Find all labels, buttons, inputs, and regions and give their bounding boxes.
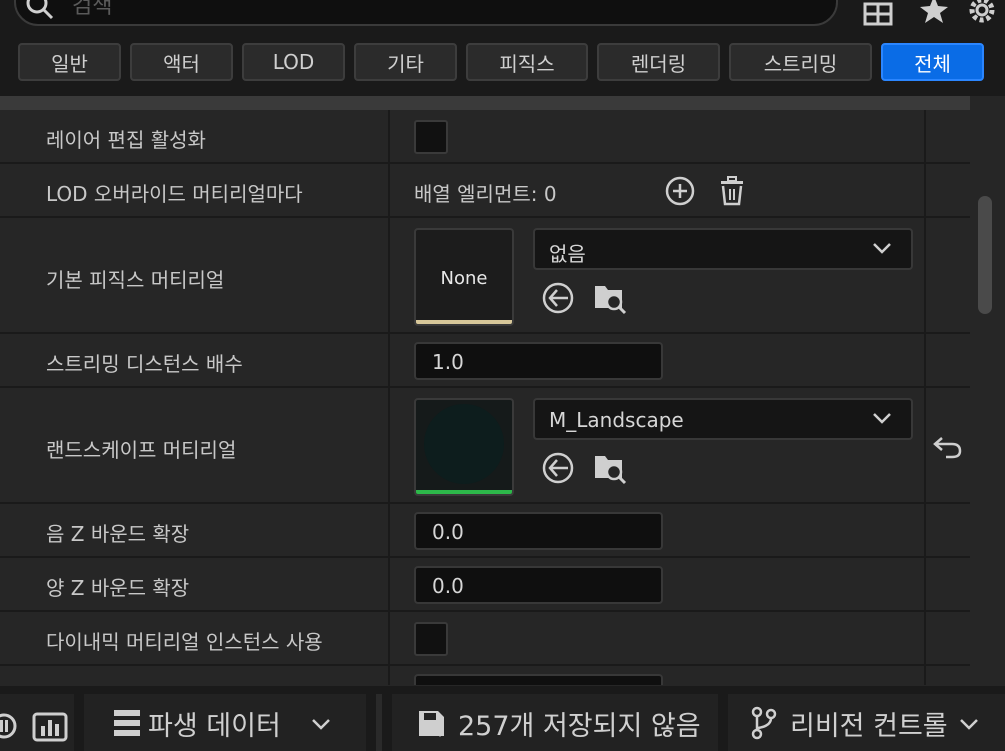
status-divider	[376, 694, 382, 751]
derived-data-button[interactable]: 파생 데이터	[84, 694, 366, 751]
branch-icon	[751, 706, 777, 740]
unsaved-count-label: 257개 저장되지 않음	[458, 711, 701, 742]
row-partial	[0, 666, 970, 685]
revision-control-label: 리비전 컨트롤	[790, 711, 948, 742]
row-landscape-material: 랜드스케이프 머티리얼 M_Landscape	[0, 388, 970, 504]
tab-all[interactable]: 전체	[881, 43, 984, 81]
dynamic-material-checkbox[interactable]	[414, 622, 448, 656]
search-input[interactable]: 검색	[14, 0, 838, 26]
add-element-icon[interactable]	[662, 173, 698, 209]
landscape-material-combo[interactable]: M_Landscape	[533, 398, 913, 440]
save-icon: *	[419, 711, 444, 742]
layer-edit-checkbox[interactable]	[414, 120, 448, 154]
chevron-down-icon	[960, 719, 978, 730]
browse-icon[interactable]	[592, 280, 628, 316]
row-physics-material: 기본 피직스 머티리얼 None 없음	[0, 218, 970, 334]
insights-icon[interactable]	[32, 708, 68, 742]
chevron-down-icon	[312, 719, 330, 730]
unsaved-assets-button[interactable]: * 257개 저장되지 않음	[392, 694, 718, 751]
chevron-down-icon	[873, 413, 891, 424]
column-divider	[924, 110, 926, 685]
tab-general[interactable]: 일반	[18, 43, 121, 81]
tab-rendering[interactable]: 렌더링	[597, 43, 720, 81]
gear-icon[interactable]	[966, 0, 998, 26]
revision-control-button[interactable]: 리비전 컨트롤	[728, 694, 1005, 751]
combo-value: M_Landscape	[549, 408, 684, 432]
property-label: 기본 피직스 머티리얼	[46, 268, 225, 292]
property-label: 다이내믹 머티리얼 인스턴스 사용	[46, 630, 323, 654]
reset-to-default-icon[interactable]	[930, 428, 966, 464]
top-toolbar: 검색	[0, 0, 1005, 36]
landscape-material-thumbnail[interactable]	[414, 398, 514, 496]
derived-data-label: 파생 데이터	[148, 711, 281, 742]
row-layer-edit: 레이어 편집 활성화	[0, 110, 970, 164]
negative-z-bounds-input[interactable]: 0.0	[414, 512, 663, 550]
positive-z-bounds-input[interactable]: 0.0	[414, 566, 663, 604]
thumbnail-none-text: None	[440, 268, 488, 289]
row-dynamic-material: 다이내믹 머티리얼 인스턴스 사용	[0, 612, 970, 666]
material-sphere-preview	[424, 404, 504, 484]
streaming-distance-input[interactable]: 1.0	[414, 342, 663, 380]
property-label: 레이어 편집 활성화	[46, 128, 206, 152]
status-left-segment	[0, 694, 74, 751]
asset-type-bar	[416, 320, 512, 324]
section-header-bar	[0, 96, 970, 110]
tab-misc[interactable]: 기타	[354, 43, 457, 81]
search-icon	[26, 0, 54, 20]
tab-streaming[interactable]: 스트리밍	[729, 43, 872, 81]
delete-icon[interactable]	[714, 173, 750, 209]
property-grid: 레이어 편집 활성화 LOD 오버라이드 머티리얼마다 배열 엘리먼트: 0 기…	[0, 110, 970, 685]
row-negative-z-bounds: 음 Z 바운드 확장 0.0	[0, 504, 970, 558]
search-placeholder: 검색	[72, 0, 113, 19]
browse-icon[interactable]	[592, 450, 628, 486]
use-selected-icon[interactable]	[540, 280, 576, 316]
row-lod-override: LOD 오버라이드 머티리얼마다 배열 엘리먼트: 0	[0, 164, 970, 218]
svg-text:*: *	[436, 726, 444, 742]
physics-material-combo[interactable]: 없음	[533, 228, 913, 270]
trace-icon[interactable]	[0, 712, 18, 740]
row-streaming-distance: 스트리밍 디스턴스 배수 1.0	[0, 334, 970, 388]
tab-physics[interactable]: 피직스	[466, 43, 588, 81]
use-selected-icon[interactable]	[540, 450, 576, 486]
chevron-down-icon	[873, 243, 891, 254]
property-label: 음 Z 바운드 확장	[46, 522, 190, 546]
asset-type-bar	[416, 490, 512, 494]
property-label: 양 Z 바운드 확장	[46, 576, 190, 600]
grid-icon[interactable]	[862, 0, 894, 26]
property-label: 스트리밍 디스턴스 배수	[46, 352, 243, 376]
category-tabs: 일반 액터 LOD 기타 피직스 렌더링 스트리밍 전체	[0, 36, 1005, 96]
tab-lod[interactable]: LOD	[242, 43, 345, 81]
row-positive-z-bounds: 양 Z 바운드 확장 0.0	[0, 558, 970, 612]
partial-input[interactable]	[414, 674, 663, 685]
property-label: LOD 오버라이드 머티리얼마다	[46, 182, 303, 206]
status-bar: 파생 데이터 * 257개 저장되지 않음 리비전 컨트롤	[0, 686, 1005, 751]
array-elements-count: 배열 엘리먼트: 0	[414, 182, 557, 206]
physics-material-thumbnail[interactable]: None	[414, 228, 514, 326]
column-divider	[388, 110, 390, 685]
scrollbar-thumb[interactable]	[978, 196, 992, 314]
combo-value: 없음	[549, 242, 586, 266]
property-label: 랜드스케이프 머티리얼	[46, 438, 237, 462]
star-icon[interactable]	[918, 0, 950, 26]
derived-data-icon	[114, 710, 140, 736]
tab-actor[interactable]: 액터	[130, 43, 233, 81]
